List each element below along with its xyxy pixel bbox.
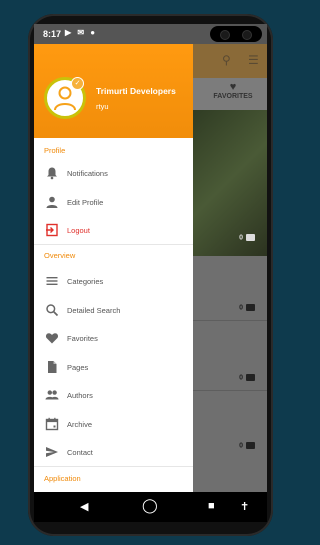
menu-item-logout[interactable]: Logout	[34, 219, 193, 241]
status-bar: 8:17 ▶ ✉ ●	[34, 24, 267, 44]
divider	[34, 244, 193, 245]
logout-icon	[46, 223, 58, 237]
heart-icon: ♥	[229, 81, 237, 93]
accessibility-icon[interactable]: ✝	[240, 500, 249, 513]
menu-item-label: Notifications	[67, 169, 108, 178]
comment-icon	[246, 234, 255, 241]
search-icon	[46, 304, 59, 317]
menu-item-authors[interactable]: Authors	[34, 384, 193, 406]
section-overview: Overview	[44, 251, 76, 260]
menu-item-label: Edit Profile	[67, 198, 104, 207]
home-icon[interactable]: ◯	[142, 497, 158, 514]
menu-item-label: Archive	[67, 420, 93, 429]
section-application: Application	[44, 474, 81, 483]
menu-icon	[46, 277, 58, 285]
tab-favorites[interactable]: ♥ FAVORITES	[199, 78, 267, 110]
menu-item-pages[interactable]: Pages	[34, 356, 193, 378]
menu-item-label: Pages	[67, 363, 89, 372]
section-profile: Profile	[44, 146, 66, 155]
menu-item-categories[interactable]: Categories	[34, 270, 193, 292]
user-name: Trimurti Developers	[96, 86, 176, 96]
comment-icon	[246, 442, 255, 449]
menu-item-detailed-search[interactable]: Detailed Search	[34, 299, 193, 321]
drawer-header: ✓ Trimurti Developers rtyu	[34, 44, 193, 138]
calendar-icon	[45, 417, 59, 431]
navigation-drawer: ✓ Trimurti Developers rtyu Profile Notif…	[34, 44, 193, 492]
comment-icon	[246, 304, 255, 311]
status-time: 8:17	[43, 29, 62, 39]
menu-item-label: Favorites	[67, 334, 98, 343]
camera-notch	[210, 26, 262, 42]
menu-item-favorites[interactable]: Favorites	[34, 327, 193, 349]
comment-icon	[246, 374, 255, 381]
menu-item-label: Logout	[67, 226, 90, 235]
document-icon	[48, 361, 57, 373]
comment-count: 0	[239, 374, 255, 381]
bell-icon	[47, 167, 57, 180]
menu-item-label: Contact	[67, 448, 93, 457]
menu-item-label: Categories	[67, 277, 104, 286]
send-icon	[46, 447, 58, 457]
menu-item-archive[interactable]: Archive	[34, 413, 193, 435]
search-icon[interactable]: ⚲	[222, 53, 231, 67]
heart-icon	[45, 333, 59, 344]
divider	[34, 466, 193, 467]
user-subtitle: rtyu	[96, 102, 109, 111]
filter-icon[interactable]: ☰	[248, 53, 259, 67]
menu-item-contact[interactable]: Contact	[34, 441, 193, 463]
menu-item-label: Authors	[67, 391, 93, 400]
menu-item-label: Detailed Search	[67, 306, 121, 315]
comment-count: 0	[239, 234, 255, 241]
tab-favorites-label: FAVORITES	[213, 93, 253, 100]
comment-count: 0	[239, 304, 255, 311]
screen: ⚲ ☰ ♥ FAVORITES 0 0 0 0 8:17 ▶ ✉ ● ✓ Tri…	[34, 24, 267, 492]
recents-icon[interactable]: ■	[208, 500, 215, 512]
status-icons: ▶ ✉ ●	[65, 28, 98, 37]
edit-badge-icon[interactable]: ✓	[71, 77, 84, 90]
person-icon	[46, 196, 58, 208]
menu-item-edit-profile[interactable]: Edit Profile	[34, 191, 193, 213]
system-nav-bar: ◀ ◯ ■ ✝	[34, 492, 267, 522]
back-icon[interactable]: ◀	[80, 500, 88, 513]
comment-count: 0	[239, 442, 255, 449]
people-icon	[45, 390, 59, 400]
menu-item-notifications[interactable]: Notifications	[34, 162, 193, 184]
